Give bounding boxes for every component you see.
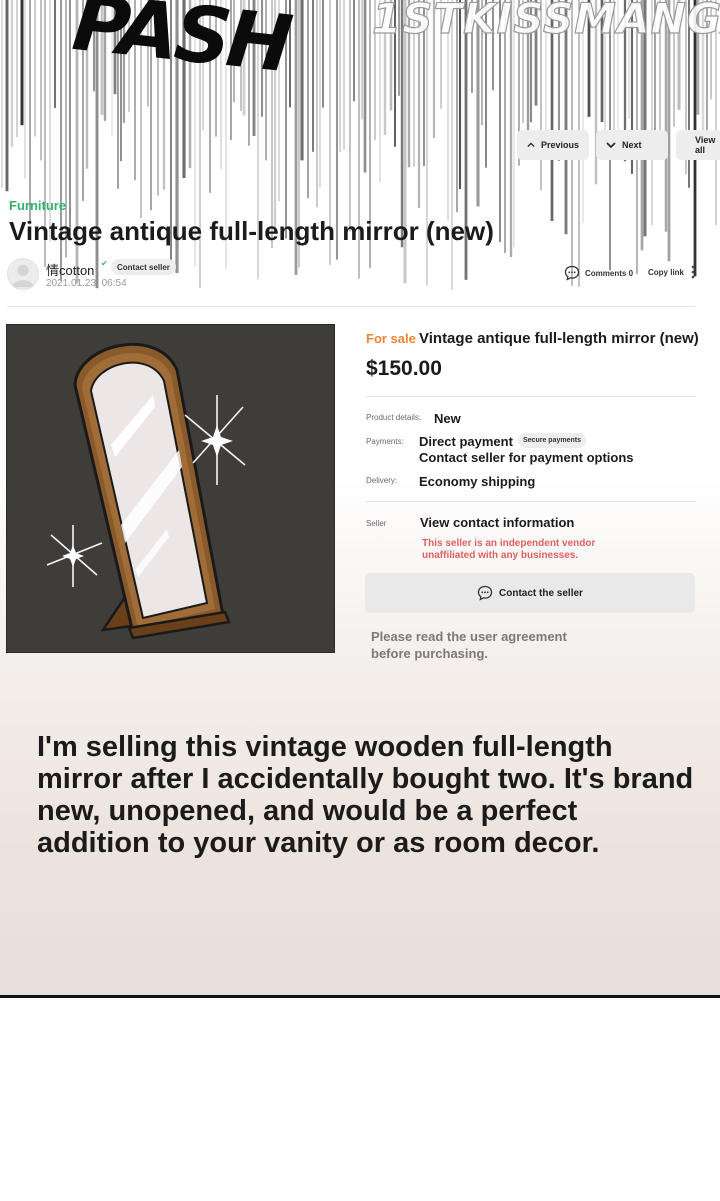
- seller-label: Seller: [366, 519, 387, 528]
- contact-seller-button[interactable]: Contact the seller: [365, 573, 695, 613]
- product-price: $150.00: [366, 357, 442, 380]
- divider: [366, 501, 696, 502]
- divider: [366, 396, 696, 397]
- product-details-value: New: [434, 411, 461, 426]
- divider: [7, 306, 695, 307]
- secure-payments-badge: Secure payments: [518, 433, 586, 448]
- view-contact-link[interactable]: View contact information: [420, 515, 574, 530]
- seller-warning: This seller is an independent vendor una…: [422, 538, 596, 561]
- payments-label: Payments:: [366, 437, 404, 446]
- sale-status: For sale: [366, 331, 416, 346]
- delivery-label: Delivery:: [366, 476, 398, 485]
- previous-button[interactable]: Previous: [517, 130, 589, 160]
- product-image[interactable]: [6, 324, 335, 653]
- next-label: Next: [622, 140, 642, 150]
- contact-seller-label: Contact the seller: [499, 587, 583, 599]
- comments-button[interactable]: Comments 0: [564, 265, 633, 281]
- chevron-down-icon: [606, 142, 616, 149]
- agreement-notice: Please read the user agreement before pu…: [371, 629, 567, 661]
- post-date: 2021.01.23. 06:54: [46, 278, 127, 289]
- verified-icon: ✔: [101, 259, 108, 268]
- comment-icon: [477, 585, 493, 601]
- manga-panel: PASH 1STKISSMANGA.IO Previous Next View …: [0, 0, 720, 998]
- previous-label: Previous: [540, 140, 579, 150]
- panel-border: [0, 995, 720, 998]
- contact-seller-chip[interactable]: Contact seller: [111, 259, 176, 275]
- product-details-label: Product details:: [366, 413, 422, 422]
- view-all-label: View all: [695, 135, 716, 155]
- avatar[interactable]: [7, 258, 39, 290]
- product-title: Vintage antique full-length mirror (new): [419, 330, 699, 347]
- view-all-button[interactable]: View all: [676, 130, 720, 160]
- payment-options: Contact seller for payment options: [419, 450, 634, 465]
- category-link[interactable]: Furniture: [9, 198, 66, 213]
- next-button[interactable]: Next: [596, 130, 668, 160]
- payment-method: Direct payment: [419, 434, 513, 449]
- comment-icon: [564, 265, 580, 281]
- page-title: Vintage antique full-length mirror (new): [9, 216, 494, 246]
- seller-name[interactable]: 情cotton: [46, 260, 94, 279]
- copy-link-button[interactable]: Copy link: [648, 268, 684, 277]
- comments-label: Comments 0: [585, 268, 634, 278]
- product-description: I'm selling this vintage wooden full-len…: [37, 731, 694, 859]
- more-options-icon[interactable]: [690, 264, 696, 280]
- chevron-up-icon: [527, 142, 535, 148]
- delivery-value: Economy shipping: [419, 474, 536, 489]
- watermark: 1STKISSMANGA.IO: [371, 0, 720, 44]
- mirror-illustration: [46, 342, 246, 640]
- user-icon: [11, 264, 35, 288]
